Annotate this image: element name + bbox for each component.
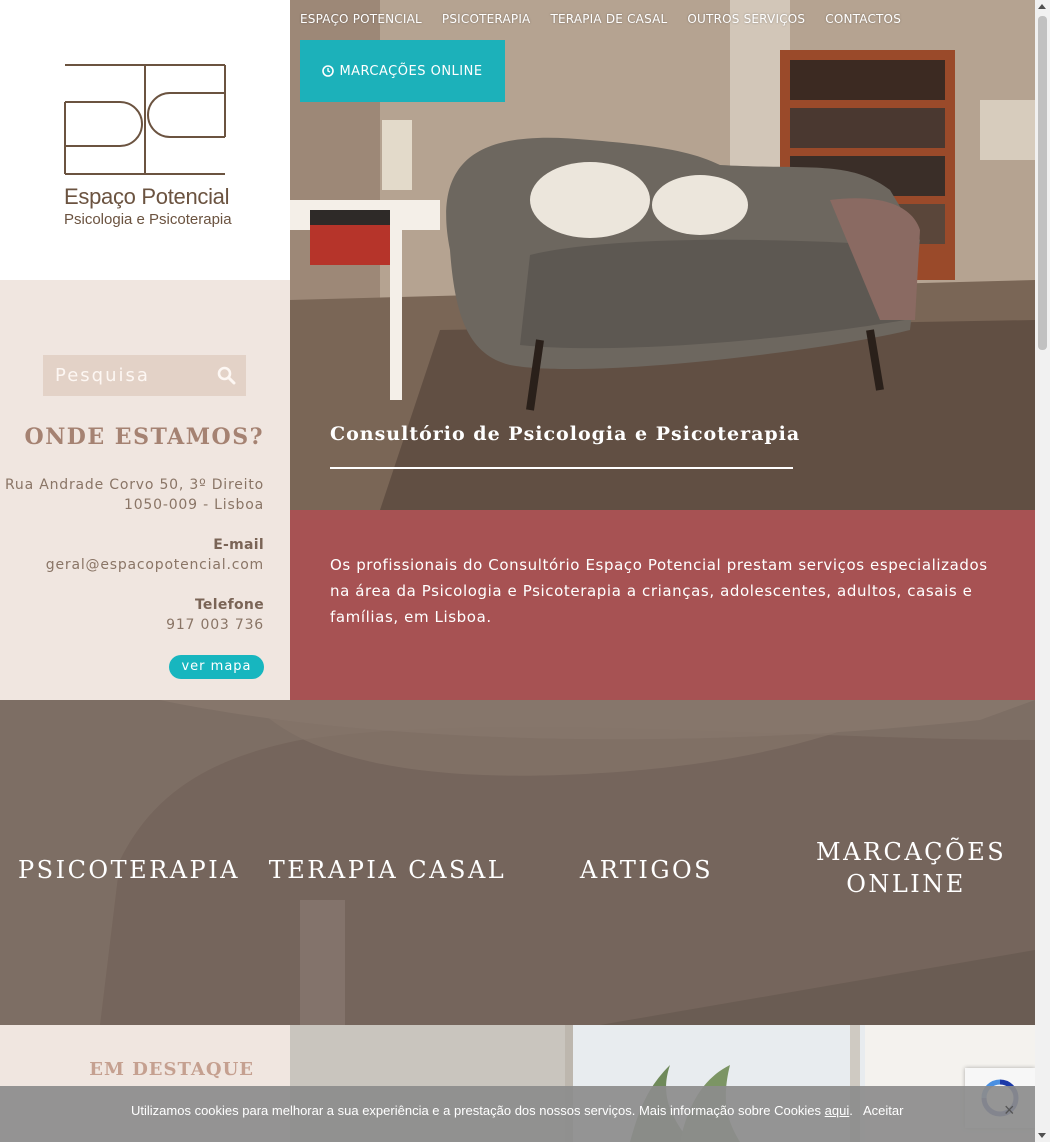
- online-booking-label: MARCAÇÕES ONLINE: [339, 63, 483, 79]
- phone-label: Telefone: [194, 597, 264, 613]
- logo-mark: [64, 64, 226, 175]
- email-label: E-mail: [213, 537, 264, 553]
- cookie-banner: Utilizamos cookies para melhorar a sua e…: [0, 1086, 1035, 1142]
- cookie-text: Utilizamos cookies para melhorar a sua e…: [131, 1103, 825, 1118]
- location-heading: ONDE ESTAMOS?: [24, 424, 264, 450]
- featured-title: EM DESTAQUE: [89, 1059, 254, 1080]
- search-input[interactable]: [43, 355, 208, 396]
- close-icon[interactable]: ×: [1004, 1100, 1015, 1121]
- scroll-down-arrow[interactable]: [1038, 1133, 1046, 1138]
- email-link[interactable]: geral@espacopotencial.com: [46, 555, 264, 575]
- category-marcacoes-online[interactable]: MARCAÇÕES ONLINE: [816, 836, 1004, 900]
- online-booking-button[interactable]: MARCAÇÕES ONLINE: [300, 40, 505, 102]
- scroll-up-arrow[interactable]: [1038, 4, 1046, 9]
- clock-icon: [322, 65, 335, 77]
- category-terapia-casal[interactable]: TERAPIA CASAL: [258, 854, 517, 886]
- search-icon[interactable]: [217, 366, 236, 385]
- nav-contactos[interactable]: CONTACTOS: [825, 12, 901, 26]
- search-box: [43, 355, 246, 396]
- logo-name: Espaço Potencial: [64, 184, 230, 209]
- logo-subtitle: Psicologia e Psicoterapia: [64, 211, 232, 228]
- nav-outros-servicos[interactable]: OUTROS SERVIÇOS: [687, 12, 805, 26]
- address-line-1: Rua Andrade Corvo 50, 3º Direito: [5, 477, 264, 493]
- cookie-accept-button[interactable]: Aceitar: [863, 1103, 903, 1118]
- main-nav: ESPAÇO POTENCIAL PSICOTERAPIA TERAPIA DE…: [300, 12, 921, 26]
- scroll-thumb[interactable]: [1038, 16, 1047, 350]
- hero-divider: [330, 467, 793, 469]
- contact-sidebar: ONDE ESTAMOS? Rua Andrade Corvo 50, 3º D…: [0, 280, 290, 700]
- hero-title: Consultório de Psicologia e Psicoterapia: [330, 423, 801, 445]
- cookie-info-link[interactable]: aqui: [825, 1103, 850, 1118]
- nav-terapia-de-casal[interactable]: TERAPIA DE CASAL: [550, 12, 667, 26]
- map-button[interactable]: ver mapa: [169, 655, 264, 679]
- phone-number[interactable]: 917 003 736: [166, 615, 264, 635]
- cookie-message: Utilizamos cookies para melhorar a sua e…: [131, 1103, 853, 1118]
- logo[interactable]: Espaço Potencial Psicologia e Psicoterap…: [0, 0, 290, 280]
- category-artigos[interactable]: ARTIGOS: [517, 854, 776, 886]
- address-line-2: 1050-009 - Lisboa: [124, 497, 264, 513]
- categories-band: PSICOTERAPIA TERAPIA CASAL ARTIGOS MARCA…: [0, 700, 1035, 1025]
- intro-text: Os profissionais do Consultório Espaço P…: [330, 556, 988, 626]
- category-psicoterapia[interactable]: PSICOTERAPIA: [0, 854, 258, 886]
- hero: ESPAÇO POTENCIAL PSICOTERAPIA TERAPIA DE…: [290, 0, 1035, 510]
- intro-section: Os profissionais do Consultório Espaço P…: [290, 510, 1035, 700]
- nav-espaco-potencial[interactable]: ESPAÇO POTENCIAL: [300, 12, 422, 26]
- scrollbar[interactable]: [1035, 0, 1050, 1142]
- nav-psicoterapia[interactable]: PSICOTERAPIA: [442, 12, 531, 26]
